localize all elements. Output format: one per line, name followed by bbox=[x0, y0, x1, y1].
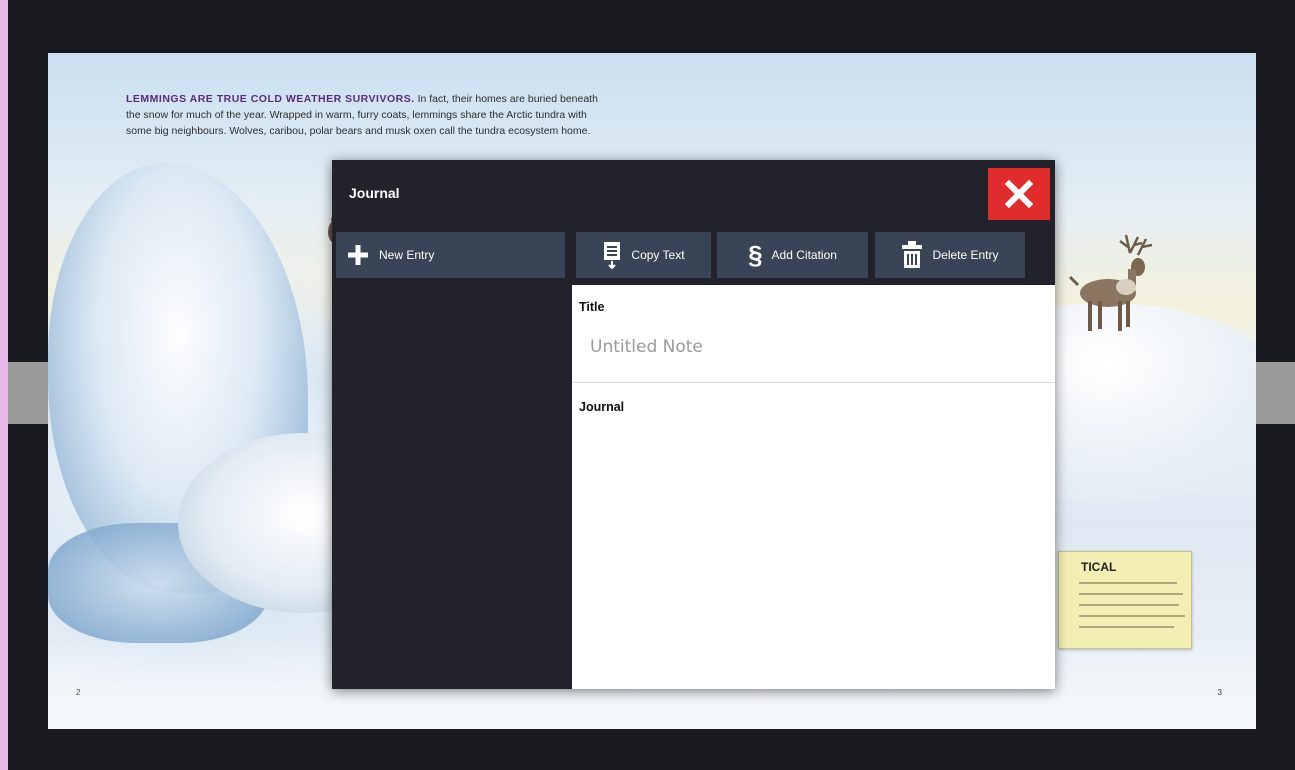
plus-icon bbox=[348, 245, 368, 265]
journal-editor: Title Journal bbox=[572, 285, 1055, 689]
caribou-illustration bbox=[1068, 234, 1153, 331]
right-page-nav-bar bbox=[1255, 362, 1295, 424]
callout-text-line bbox=[1079, 615, 1185, 617]
journal-label: Journal bbox=[579, 400, 625, 414]
callout-text-line bbox=[1079, 604, 1179, 606]
add-citation-button[interactable]: § Add Citation bbox=[717, 232, 868, 278]
callout-heading: TICAL bbox=[1081, 560, 1117, 574]
callout-text-line bbox=[1079, 626, 1174, 628]
journal-toolbar: New Entry Copy Text § Add Citation Delet… bbox=[332, 232, 1055, 282]
trash-icon bbox=[902, 241, 923, 268]
editor-divider bbox=[572, 382, 1055, 383]
copy-text-icon bbox=[604, 242, 621, 269]
dialog-title: Journal bbox=[349, 185, 400, 201]
section-sign-icon: § bbox=[748, 240, 763, 270]
new-entry-button[interactable]: New Entry bbox=[336, 232, 565, 278]
callout-text-line bbox=[1079, 593, 1183, 595]
title-label: Title bbox=[579, 300, 605, 314]
page-number-left: 2 bbox=[76, 688, 81, 697]
book-intro-paragraph: LEMMINGS ARE TRUE COLD WEATHER SURVIVORS… bbox=[126, 91, 606, 139]
close-button[interactable] bbox=[988, 168, 1050, 220]
title-input[interactable] bbox=[580, 327, 1045, 367]
journal-dialog: Journal New Entry Copy Text § Add Citati… bbox=[332, 160, 1055, 689]
book-intro-lead: LEMMINGS ARE TRUE COLD WEATHER SURVIVORS… bbox=[126, 93, 415, 105]
left-page-nav-bar bbox=[8, 362, 48, 424]
delete-entry-label: Delete Entry bbox=[932, 248, 999, 262]
fact-callout-box: TICAL bbox=[1058, 551, 1192, 649]
copy-text-button[interactable]: Copy Text bbox=[576, 232, 711, 278]
add-citation-label: Add Citation bbox=[771, 248, 837, 262]
callout-text-line bbox=[1079, 582, 1177, 584]
delete-entry-button[interactable]: Delete Entry bbox=[875, 232, 1025, 278]
page-number-right: 3 bbox=[1217, 688, 1222, 697]
journal-entry-list[interactable] bbox=[332, 282, 572, 689]
new-entry-label: New Entry bbox=[379, 248, 435, 262]
close-icon bbox=[1004, 179, 1034, 209]
journal-textarea[interactable] bbox=[580, 415, 1049, 684]
copy-text-label: Copy Text bbox=[631, 248, 685, 262]
